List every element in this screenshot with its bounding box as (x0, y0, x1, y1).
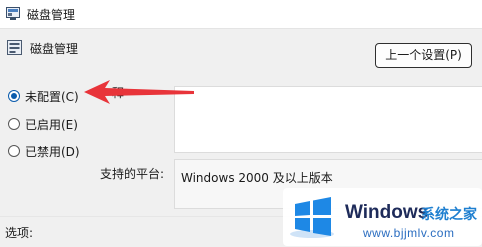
red-arrow-annotation (84, 80, 194, 104)
radio-disabled[interactable]: 已禁用(D) (8, 142, 80, 160)
supported-on-value: Windows 2000 及以上版本 (181, 171, 333, 185)
radio-enabled[interactable]: 已启用(E) (8, 115, 78, 133)
policy-setting-icon (7, 40, 22, 55)
watermark: Windows 系统之家 www.bjjmlv.com (283, 188, 482, 246)
watermark-url: www.bjjmlv.com (363, 226, 455, 240)
radio-button[interactable] (8, 145, 20, 157)
radio-not-configured[interactable]: 未配置(C) (8, 87, 79, 105)
options-label: 选项: (5, 226, 34, 240)
windows-logo-icon (290, 197, 334, 238)
comment-textarea[interactable] (174, 86, 482, 153)
title-bar: 磁盘管理 (0, 0, 482, 29)
radio-button[interactable] (8, 90, 20, 102)
page-title: 磁盘管理 (30, 42, 79, 56)
previous-setting-button[interactable]: 上一个设置(P) (375, 43, 472, 68)
watermark-brand-cn: 系统之家 (421, 207, 477, 223)
supported-on-label: 支持的平台: (100, 167, 165, 181)
radio-label: 未配置(C) (25, 89, 79, 104)
radio-label: 已禁用(D) (25, 144, 80, 159)
disk-management-icon (6, 7, 20, 20)
window-title: 磁盘管理 (27, 8, 76, 22)
radio-button[interactable] (8, 118, 20, 130)
radio-label: 已启用(E) (25, 117, 78, 132)
watermark-brand: Windows (345, 202, 429, 223)
